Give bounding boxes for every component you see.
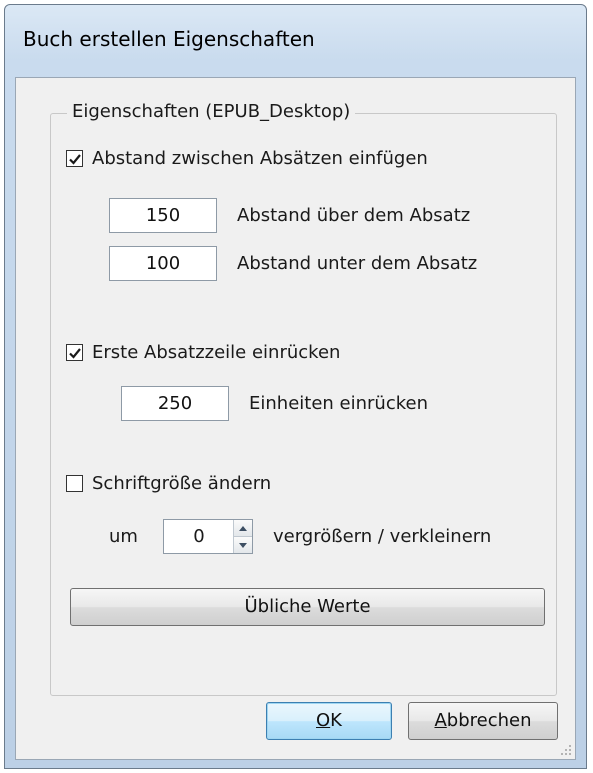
fontsize-change-spinner[interactable]: 0 xyxy=(163,519,253,554)
indent-units-label: Einheiten einrücken xyxy=(249,393,428,414)
dialog-client-area: Eigenschaften (EPUB_Desktop) Abstand zwi… xyxy=(15,77,576,760)
indent-first-line-label: Erste Absatzzeile einrücken xyxy=(92,342,341,363)
checkmark-icon xyxy=(68,347,81,359)
default-values-button[interactable]: Übliche Werte xyxy=(70,588,545,626)
spinner-buttons xyxy=(233,520,252,553)
properties-groupbox: Eigenschaften (EPUB_Desktop) Abstand zwi… xyxy=(50,101,557,696)
checkmark-icon xyxy=(68,153,81,165)
ok-button[interactable]: OK xyxy=(266,702,392,740)
insert-spacing-checkbox-row[interactable]: Abstand zwischen Absätzen einfügen xyxy=(66,148,428,169)
fontsize-suffix-label: vergrößern / verkleinern xyxy=(273,526,492,547)
arrow-up-icon xyxy=(239,525,247,531)
cancel-button[interactable]: Abbrechen xyxy=(408,702,558,740)
insert-spacing-label: Abstand zwischen Absätzen einfügen xyxy=(92,148,428,169)
change-fontsize-checkbox-row[interactable]: Schriftgröße ändern xyxy=(66,473,271,494)
spacing-above-label: Abstand über dem Absatz xyxy=(237,205,471,226)
indent-units-input[interactable]: 250 xyxy=(121,386,229,421)
insert-spacing-checkbox[interactable] xyxy=(66,150,83,167)
resize-grip-icon[interactable] xyxy=(558,742,572,756)
change-fontsize-checkbox[interactable] xyxy=(66,475,83,492)
dialog-window: Buch erstellen Eigenschaften Eigenschaft… xyxy=(4,4,587,769)
fontsize-prefix-label: um xyxy=(109,526,138,547)
title-bar[interactable]: Buch erstellen Eigenschaften xyxy=(5,5,586,77)
groupbox-legend: Eigenschaften (EPUB_Desktop) xyxy=(67,101,356,122)
change-fontsize-label: Schriftgröße ändern xyxy=(92,473,272,494)
cancel-mnemonic: A xyxy=(434,710,447,731)
fontsize-change-value[interactable]: 0 xyxy=(164,520,234,553)
arrow-down-icon xyxy=(239,542,247,548)
indent-first-line-checkbox-row[interactable]: Erste Absatzzeile einrücken xyxy=(66,342,340,363)
ok-label-rest: K xyxy=(330,710,342,731)
window-title: Buch erstellen Eigenschaften xyxy=(23,27,315,51)
spacing-below-label: Abstand unter dem Absatz xyxy=(237,253,478,274)
spin-up-button[interactable] xyxy=(234,520,252,536)
cancel-label-rest: bbrechen xyxy=(446,710,532,731)
ok-mnemonic: O xyxy=(316,710,331,731)
spacing-above-input[interactable]: 150 xyxy=(109,198,217,233)
indent-first-line-checkbox[interactable] xyxy=(66,344,83,361)
spacing-below-input[interactable]: 100 xyxy=(109,246,217,281)
spin-down-button[interactable] xyxy=(234,536,252,553)
